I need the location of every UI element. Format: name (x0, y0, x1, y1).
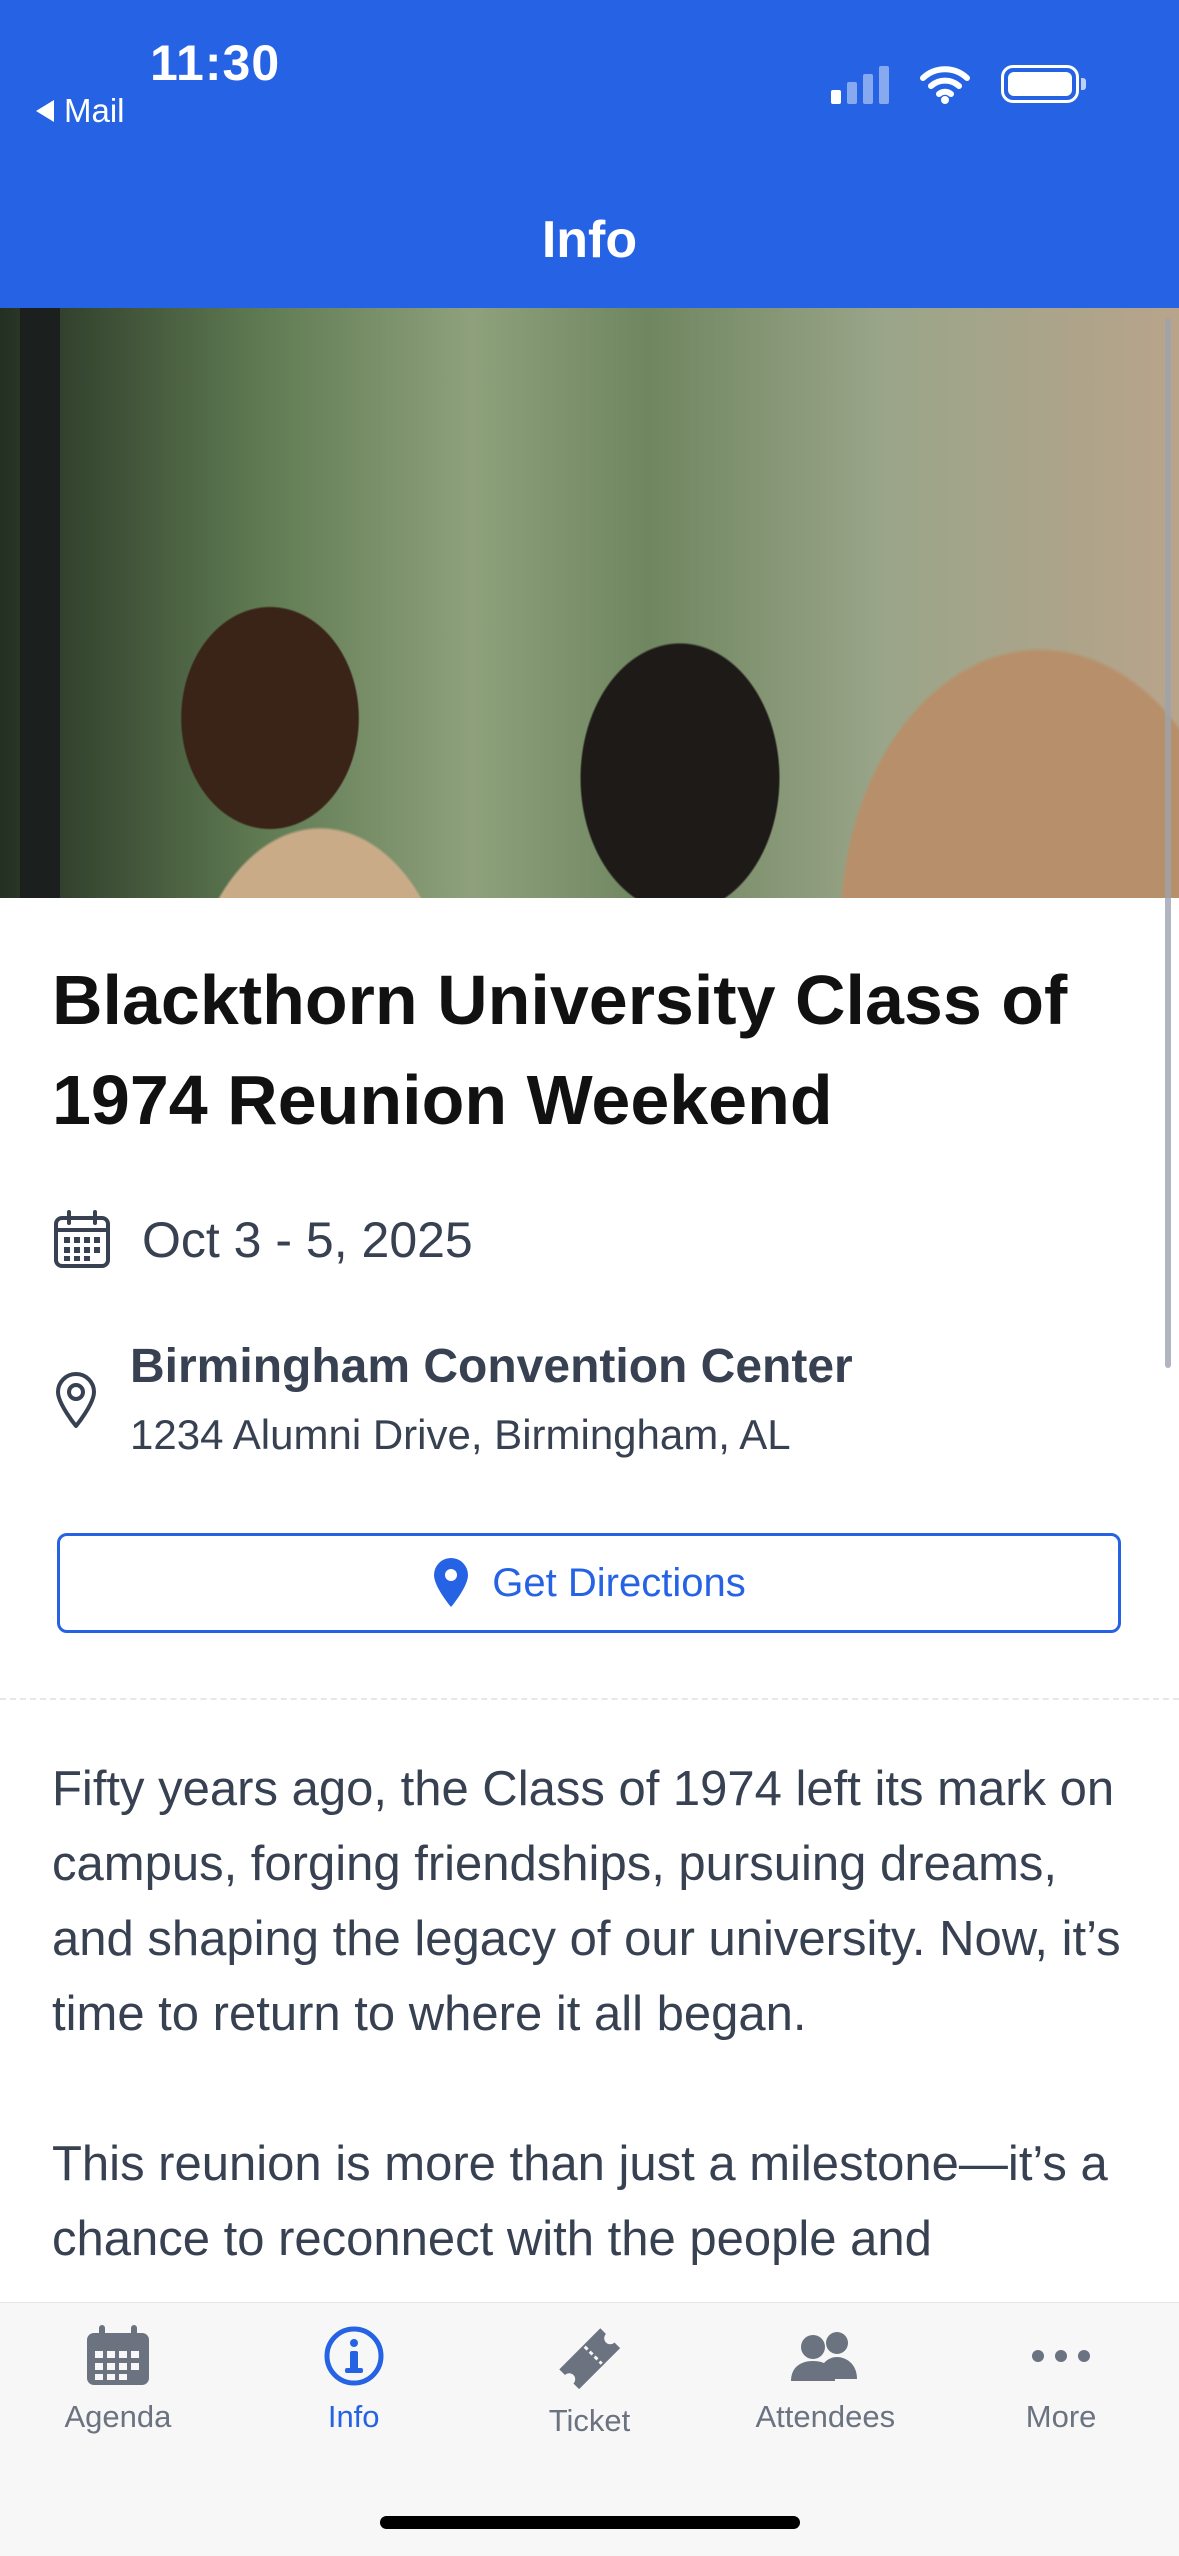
tab-label: Info (327, 2399, 380, 2434)
app-header: 11:30 Mail Info (0, 0, 1179, 308)
event-date-row: Oct 3 - 5, 2025 (52, 1210, 473, 1270)
tab-label: Ticket (548, 2403, 631, 2438)
get-directions-label: Get Directions (492, 1560, 746, 1605)
venue-address: 1234 Alumni Drive, Birmingham, AL (130, 1411, 791, 1458)
battery-icon (1001, 65, 1086, 103)
section-divider (0, 1698, 1179, 1700)
home-indicator[interactable] (380, 2516, 800, 2529)
get-directions-button[interactable]: Get Directions (57, 1533, 1121, 1633)
info-icon (324, 2326, 384, 2386)
tab-more[interactable]: More (943, 2303, 1179, 2463)
scrollbar[interactable] (1165, 318, 1171, 1368)
tab-label: Agenda (64, 2399, 172, 2434)
tab-label: More (1025, 2399, 1097, 2434)
tab-ticket[interactable]: Ticket (472, 2303, 708, 2463)
description-paragraph: This reunion is more than just a milesto… (52, 2137, 1108, 2266)
event-title: Blackthorn University Class of 1974 Reun… (52, 961, 1068, 1139)
event-description: Fifty years ago, the Class of 1974 left … (52, 1752, 1142, 2277)
wifi-icon (920, 66, 970, 104)
back-label: Mail (64, 92, 125, 129)
description-paragraph: Fifty years ago, the Class of 1974 left … (52, 1762, 1121, 2041)
status-time: 11:30 (150, 35, 281, 91)
calendar-icon (54, 1210, 110, 1268)
tab-label: Attendees (755, 2399, 896, 2434)
location-pin-icon (56, 1372, 96, 1428)
ticket-icon (559, 2328, 621, 2390)
calendar-icon (86, 2325, 149, 2385)
tab-agenda[interactable]: Agenda (0, 2303, 236, 2463)
map-pin-icon (434, 1558, 469, 1607)
tab-attendees[interactable]: Attendees (707, 2303, 943, 2463)
more-icon (1032, 2350, 1091, 2362)
event-hero-image (0, 308, 1179, 898)
event-location-row: Birmingham Convention Center 1234 Alumni… (52, 1335, 853, 1459)
page-title: Info (541, 211, 638, 269)
cellular-signal-icon (831, 64, 889, 104)
location-text: Birmingham Convention Center 1234 Alumni… (130, 1335, 853, 1459)
back-arrow-icon (36, 100, 54, 122)
tab-info[interactable]: Info (236, 2303, 472, 2463)
status-icons (831, 64, 1086, 104)
people-icon (791, 2332, 858, 2381)
venue-name: Birmingham Convention Center (130, 1340, 853, 1393)
back-to-mail-button[interactable]: Mail (36, 92, 125, 130)
event-date: Oct 3 - 5, 2025 (142, 1212, 473, 1268)
